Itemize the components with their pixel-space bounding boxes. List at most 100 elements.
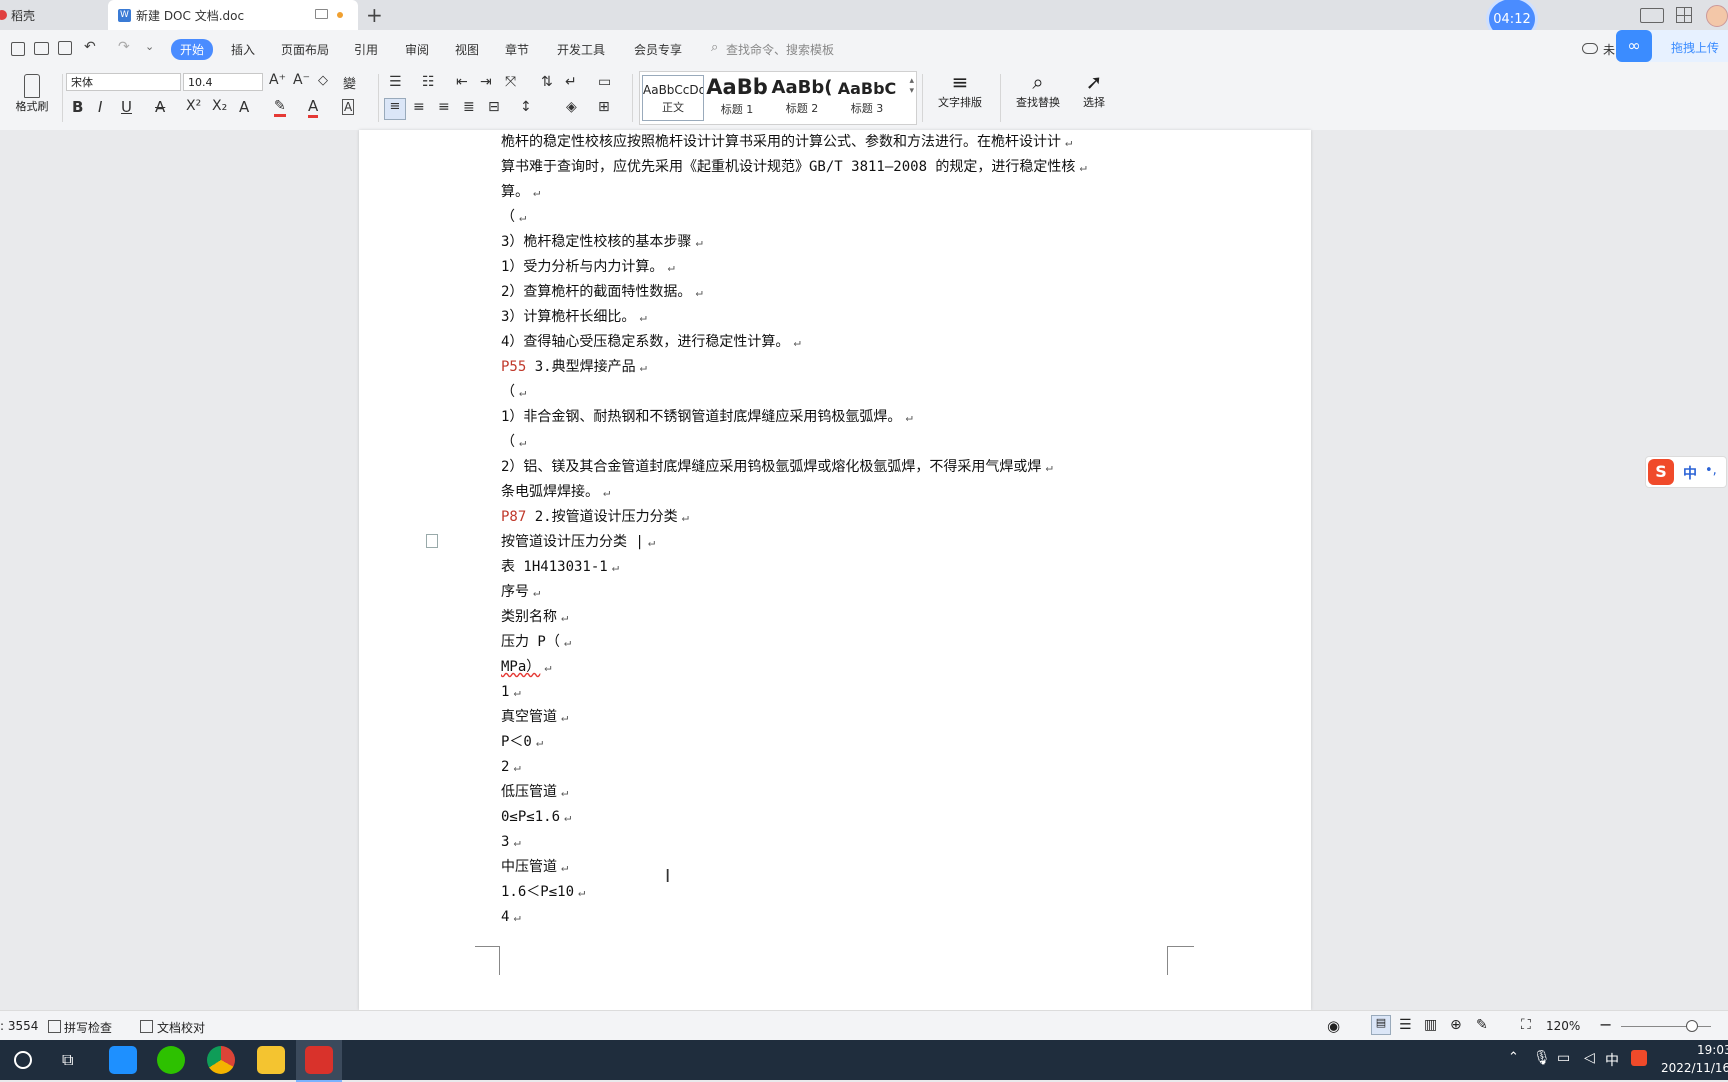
new-tab-button[interactable]: + — [366, 3, 383, 27]
chinese-layout-icon[interactable]: ⤧ — [505, 74, 516, 90]
upload-panel[interactable]: ∞ 拖拽上传 — [1616, 30, 1728, 62]
align-right-icon[interactable]: ≡ — [438, 99, 450, 115]
style-normal[interactable]: AaBbCcDd 正文 — [642, 75, 704, 121]
shading-icon[interactable]: ◈ — [566, 99, 577, 115]
print-icon[interactable] — [34, 42, 49, 55]
volume-icon[interactable]: ◁ — [1584, 1050, 1595, 1066]
grid-icon[interactable] — [1676, 7, 1692, 23]
highlight-icon[interactable]: ✎ — [274, 98, 286, 117]
show-marks-icon[interactable]: ↵ — [565, 74, 577, 90]
menu-page-layout[interactable]: 页面布局 — [281, 41, 329, 58]
youku-app-icon[interactable] — [109, 1046, 137, 1074]
menu-insert[interactable]: 插入 — [231, 41, 255, 58]
sogou-tray-icon[interactable] — [1631, 1050, 1647, 1066]
undo-icon[interactable]: ↶ — [84, 39, 96, 55]
menu-developer[interactable]: 开发工具 — [557, 41, 605, 58]
file-explorer-icon[interactable] — [257, 1046, 285, 1074]
zoom-slider-thumb[interactable] — [1686, 1020, 1698, 1032]
web-view-icon[interactable]: ⊕ — [1450, 1017, 1462, 1033]
tab-document[interactable]: W 新建 DOC 文档.doc — [108, 0, 358, 30]
align-left-icon[interactable]: ≡ — [384, 98, 406, 120]
paragraph-handle-icon[interactable] — [426, 534, 438, 548]
text-effect-icon[interactable]: A — [239, 98, 249, 116]
style-heading-1[interactable]: AaBb 标题 1 — [706, 75, 768, 121]
grow-font-icon[interactable]: A⁺ — [269, 72, 286, 88]
superscript-icon[interactable]: X² — [186, 98, 201, 114]
bullet-list-icon[interactable]: ☰ — [389, 74, 402, 90]
distributed-icon[interactable]: ⊟ — [488, 99, 500, 115]
zoom-out-button[interactable]: − — [1599, 1015, 1612, 1034]
wechat-app-icon[interactable] — [157, 1046, 185, 1074]
tab-daoke[interactable]: 稻壳 — [0, 0, 108, 30]
save-icon[interactable] — [11, 42, 25, 56]
cloud-icon[interactable] — [1582, 43, 1598, 54]
font-size-select[interactable]: 10.4 — [183, 73, 263, 91]
ruler-icon[interactable]: ▭ — [598, 74, 611, 90]
italic-icon[interactable]: I — [98, 98, 102, 116]
monitor-icon[interactable] — [315, 9, 328, 19]
page-view-icon[interactable]: ▤ — [1371, 1015, 1391, 1035]
word-count[interactable]: : 3554 — [0, 1019, 38, 1033]
numbered-list-icon[interactable]: ☷ — [422, 74, 435, 90]
sort-icon[interactable]: ⇅ — [541, 74, 553, 90]
customize-icon[interactable]: ⌄ — [145, 40, 154, 53]
task-view-icon[interactable]: ⧉ — [62, 1050, 73, 1070]
clear-format-icon[interactable]: ◇ — [318, 73, 328, 88]
styles-scroll-icon[interactable]: ▴ ▾ — [909, 76, 914, 96]
doc-line: P87 2.按管道设计压力分类 ↵ — [501, 505, 689, 529]
subscript-icon[interactable]: X₂ — [212, 98, 227, 114]
paragraph-mark: ↵ — [639, 310, 647, 324]
tray-expand-icon[interactable]: ⌃ — [1508, 1050, 1519, 1065]
layout-icon[interactable] — [1640, 8, 1664, 23]
borders-icon[interactable]: ⊞ — [598, 99, 610, 115]
clock-time[interactable]: 19:03 — [1697, 1043, 1728, 1057]
zoom-level[interactable]: 120% — [1546, 1019, 1580, 1033]
increase-indent-icon[interactable]: ⇥ — [480, 74, 492, 90]
line-text: 2.按管道设计压力分类 — [534, 509, 678, 525]
shrink-font-icon[interactable]: A⁻ — [293, 72, 310, 88]
menu-review[interactable]: 审阅 — [405, 41, 429, 58]
find-replace-label: 查找替换 — [1016, 96, 1060, 109]
fit-page-icon[interactable]: ⛶ — [1521, 1017, 1531, 1033]
menu-view[interactable]: 视图 — [455, 41, 479, 58]
font-color-icon[interactable]: A — [308, 97, 319, 118]
char-border-icon[interactable]: A — [342, 99, 355, 115]
chrome-app-icon[interactable] — [207, 1046, 235, 1074]
underline-icon[interactable]: U — [121, 98, 132, 116]
eye-protection-icon[interactable]: ◉ — [1327, 1017, 1340, 1035]
command-search-input[interactable]: 查找命令、搜索模板 — [726, 41, 834, 58]
start-search-icon[interactable] — [14, 1051, 32, 1069]
spell-check-button[interactable]: 拼写检查 — [64, 1019, 112, 1036]
phonetic-icon[interactable]: 變 — [343, 73, 356, 92]
find-replace-button[interactable]: ⌕ 查找替换 — [1008, 70, 1068, 110]
clock-date[interactable]: 2022/11/16 — [1661, 1061, 1728, 1075]
outline-view-icon[interactable]: ☰ — [1399, 1017, 1412, 1033]
proofread-button[interactable]: 文档校对 — [157, 1019, 205, 1036]
microphone-icon[interactable]: 🎙 — [1533, 1050, 1551, 1066]
line-text: 序号 — [501, 584, 529, 600]
decrease-indent-icon[interactable]: ⇤ — [456, 74, 468, 90]
avatar[interactable] — [1706, 5, 1728, 27]
style-heading-2[interactable]: AaBb( 标题 2 — [771, 75, 833, 121]
print-preview-icon[interactable] — [58, 41, 72, 55]
select-button[interactable]: ➚ 选择 — [1074, 70, 1114, 110]
reading-view-icon[interactable]: ▥ — [1424, 1017, 1437, 1033]
justify-icon[interactable]: ≣ — [463, 99, 475, 115]
format-painter-button[interactable]: 格式刷 — [10, 72, 54, 122]
menu-home[interactable]: 开始 — [171, 39, 214, 60]
align-center-icon[interactable]: ≡ — [413, 99, 425, 115]
ime-indicator[interactable]: 中 — [1605, 1050, 1619, 1070]
bold-icon[interactable]: B — [72, 98, 83, 116]
menu-member[interactable]: 会员专享 — [634, 41, 682, 58]
menu-references[interactable]: 引用 — [354, 41, 378, 58]
style-heading-3[interactable]: AaBbC 标题 3 — [836, 75, 898, 121]
font-name-select[interactable]: 宋体 — [66, 73, 181, 91]
menu-chapter[interactable]: 章节 — [505, 41, 529, 58]
text-layout-button[interactable]: ≡ 文字排版 — [930, 70, 990, 110]
network-icon[interactable]: ▭ — [1557, 1050, 1570, 1066]
redo-icon[interactable]: ↷ — [118, 39, 130, 55]
strikethrough-icon[interactable]: A — [155, 98, 165, 116]
write-view-icon[interactable]: ✎ — [1476, 1017, 1488, 1033]
line-spacing-icon[interactable]: ↕ — [520, 99, 532, 115]
ime-floating-bar[interactable]: S 中 •, — [1645, 456, 1727, 488]
